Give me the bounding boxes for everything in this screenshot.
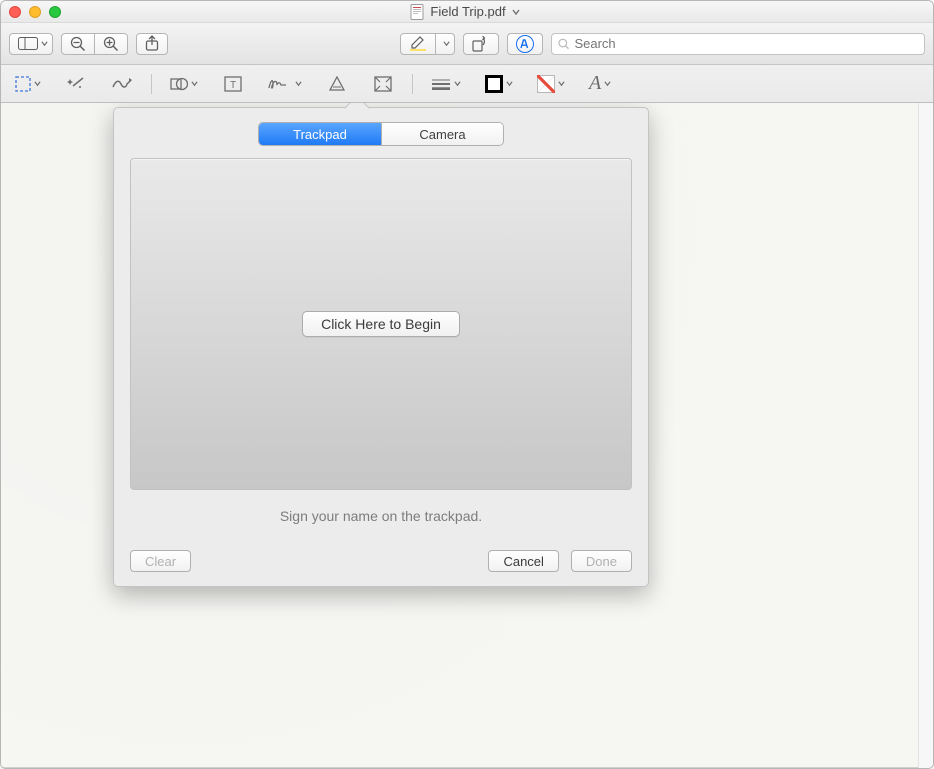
titlebar: Field Trip.pdf [1,1,933,23]
chevron-down-icon [41,40,48,47]
rotate-icon [472,36,490,52]
markup-toggle-button[interactable] [507,33,543,55]
chevron-down-icon [604,80,611,87]
highlighter-icon [409,36,427,51]
highlight-group [400,33,455,55]
chevron-down-icon [443,40,450,47]
window-controls [9,6,61,18]
svg-text:T: T [230,80,236,91]
zoom-out-icon [70,36,86,52]
line-style-button[interactable] [425,72,467,96]
title-chevron-icon [512,8,520,16]
window-title-text: Field Trip.pdf [430,4,505,19]
markup-group [507,33,543,55]
pdf-doc-icon [410,4,424,20]
text-style-button[interactable]: A [583,72,617,96]
chevron-down-icon [454,80,461,87]
fill-color-swatch [537,75,555,93]
shapes-button[interactable] [164,72,204,96]
cancel-signature-button[interactable]: Cancel [488,550,558,572]
preview-window: Field Trip.pdf [0,0,934,769]
selection-tool-button[interactable] [9,72,47,96]
close-window-button[interactable] [9,6,21,18]
mask-button[interactable] [366,72,400,96]
share-group [136,33,168,55]
note-triangle-icon [329,76,345,91]
zoom-in-button[interactable] [95,33,128,55]
highlight-menu-button[interactable] [436,33,455,55]
border-color-button[interactable] [479,72,519,96]
markup-icon [516,35,534,53]
selection-rect-icon [15,76,31,92]
done-signature-button[interactable]: Done [571,550,632,572]
chevron-down-icon [558,80,565,87]
shapes-icon [170,76,188,92]
clear-signature-button[interactable]: Clear [130,550,191,572]
vertical-scrollbar[interactable] [918,103,933,768]
sketch-icon [112,78,132,90]
zoom-window-button[interactable] [49,6,61,18]
chevron-down-icon [506,80,513,87]
chevron-down-icon [295,80,302,87]
separator [412,74,413,94]
annotate-note-button[interactable] [320,72,354,96]
signature-popover: Trackpad Camera Click Here to Begin Sign… [113,107,649,587]
tab-camera[interactable]: Camera [381,123,503,145]
share-button[interactable] [136,33,168,55]
sidebar-view-button[interactable] [9,33,53,55]
rotate-button[interactable] [463,33,499,55]
text-box-button[interactable]: T [216,72,250,96]
border-color-swatch [485,75,503,93]
text-box-icon: T [224,76,242,92]
chevron-down-icon [34,80,41,87]
search-input[interactable] [574,36,918,51]
search-field[interactable] [551,33,925,55]
rotate-group [463,33,499,55]
share-icon [145,35,159,52]
separator [151,74,152,94]
zoom-group [61,33,128,55]
minimize-window-button[interactable] [29,6,41,18]
popover-arrow [344,103,369,121]
search-icon [558,38,569,50]
zoom-out-button[interactable] [61,33,95,55]
sidebar-icon [18,37,38,50]
fill-color-button[interactable] [531,72,571,96]
window-title[interactable]: Field Trip.pdf [61,4,869,20]
instant-alpha-button[interactable] [59,72,93,96]
signature-icon [268,77,292,91]
text-style-icon: A [589,72,601,95]
zoom-in-icon [103,36,119,52]
tab-trackpad[interactable]: Trackpad [259,123,381,145]
magic-wand-icon [67,76,85,92]
mask-icon [374,76,392,92]
signature-hint: Sign your name on the trackpad. [130,508,632,524]
begin-signature-button[interactable]: Click Here to Begin [302,311,460,337]
document-content-area: Trackpad Camera Click Here to Begin Sign… [1,103,918,768]
chevron-down-icon [191,80,198,87]
signature-source-tabs: Trackpad Camera [130,122,632,146]
highlight-button[interactable] [400,33,436,55]
sketch-button[interactable] [105,72,139,96]
signature-canvas[interactable]: Click Here to Begin [130,158,632,490]
main-toolbar [1,23,933,65]
popover-buttons: Clear Cancel Done [130,550,632,572]
line-style-icon [431,78,451,90]
sign-button[interactable] [262,72,308,96]
markup-toolbar: T A [1,65,933,103]
view-group [9,33,53,55]
